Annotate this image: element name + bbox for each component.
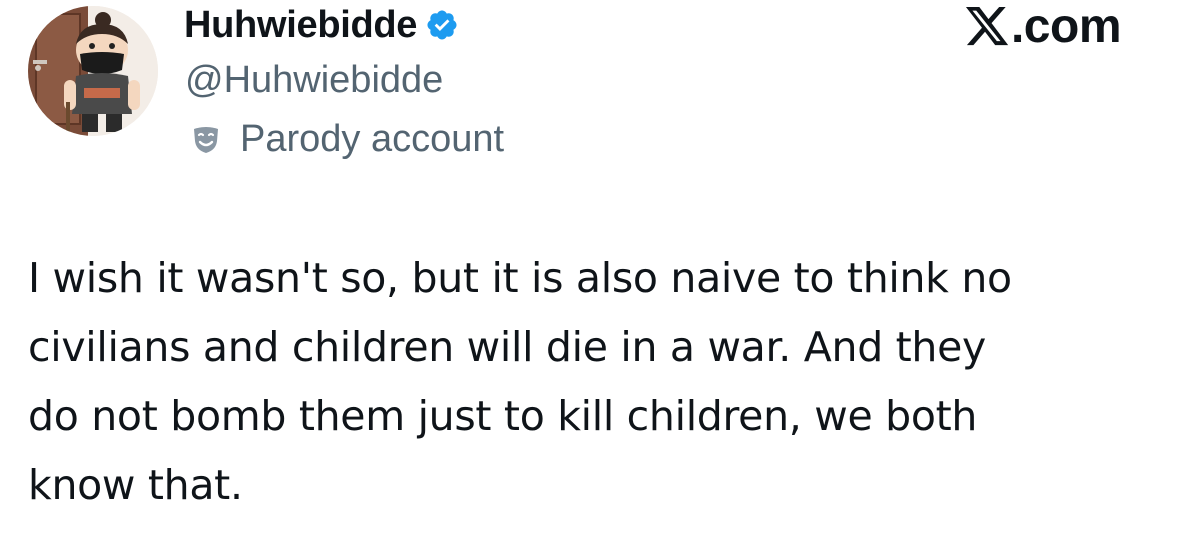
author-handle[interactable]: @Huhwiebidde	[185, 56, 443, 104]
tweet-card: Huhwiebidde @Huhwiebidde Parody account …	[0, 0, 1179, 539]
brand-domain-text: .com	[1010, 0, 1122, 53]
tweet-text-line: I wish it wasn't so, but it is also naiv…	[28, 254, 1012, 302]
tweet-text-line: know that.	[28, 461, 243, 509]
brand-watermark: .com	[963, 0, 1122, 53]
author-name-row: Huhwiebidde	[184, 0, 459, 50]
verified-badge-icon	[427, 10, 457, 40]
x-logo-icon	[965, 6, 1009, 46]
display-name[interactable]: Huhwiebidde	[184, 0, 417, 50]
tweet-text-line: civilians and children will die in a war…	[28, 323, 987, 371]
avatar[interactable]	[28, 6, 158, 136]
tweet-text: I wish it wasn't so, but it is also naiv…	[28, 244, 1148, 520]
cartoon-avatar-icon	[28, 6, 158, 136]
tweet-text-line: do not bomb them just to kill children, …	[28, 392, 978, 440]
theater-mask-icon	[194, 127, 218, 153]
parody-label-row: Parody account	[190, 115, 504, 163]
parody-account-label: Parody account	[240, 118, 505, 160]
